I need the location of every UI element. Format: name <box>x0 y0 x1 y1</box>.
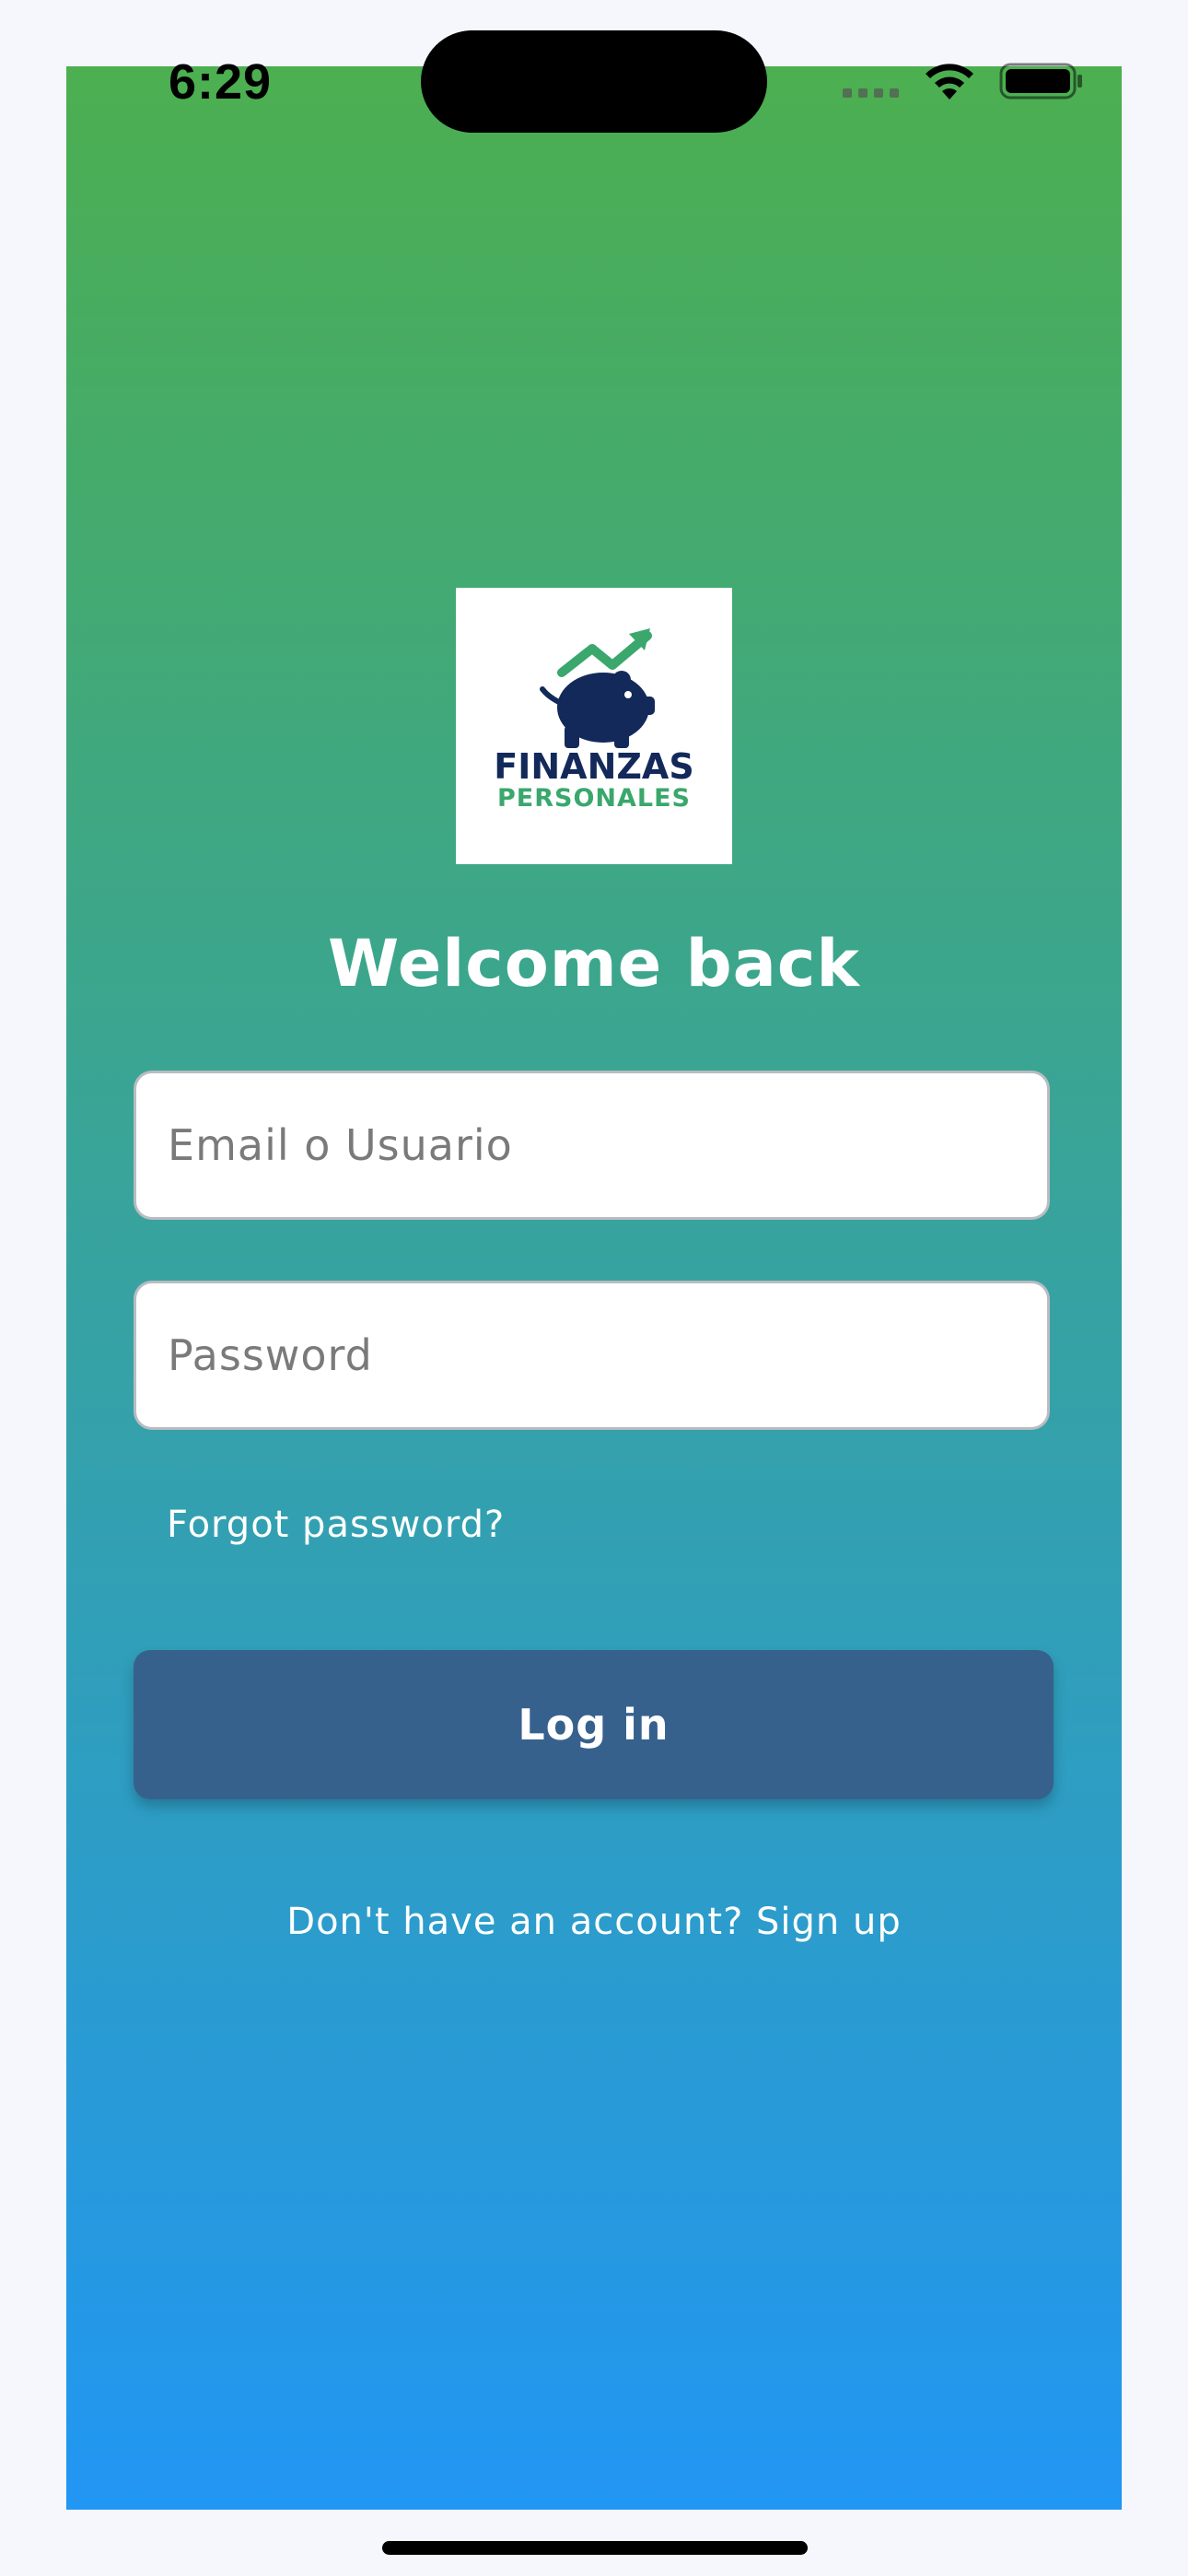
logo-text-primary: FINANZAS <box>494 746 694 787</box>
wifi-icon <box>926 64 973 100</box>
login-button-label: Log in <box>518 1700 670 1750</box>
status-time: 6:29 <box>169 54 273 110</box>
home-indicator[interactable] <box>382 2541 808 2555</box>
login-button[interactable]: Log in <box>134 1650 1054 1799</box>
dynamic-island <box>421 30 767 133</box>
signup-link[interactable]: Don't have an account? Sign up <box>66 1901 1122 1943</box>
forgot-password-link[interactable]: Forgot password? <box>167 1504 505 1546</box>
battery-icon <box>999 63 1082 100</box>
email-field[interactable] <box>134 1071 1050 1220</box>
email-input[interactable] <box>168 1073 1015 1217</box>
piggy-bank-trend-icon <box>540 628 655 748</box>
app-logo: FINANZAS PERSONALES <box>456 588 732 864</box>
password-field[interactable] <box>134 1281 1050 1430</box>
logo-text-secondary: PERSONALES <box>496 784 691 813</box>
password-input[interactable] <box>168 1283 1015 1427</box>
page-title: Welcome back <box>328 926 860 1001</box>
cellular-icon <box>843 88 899 98</box>
